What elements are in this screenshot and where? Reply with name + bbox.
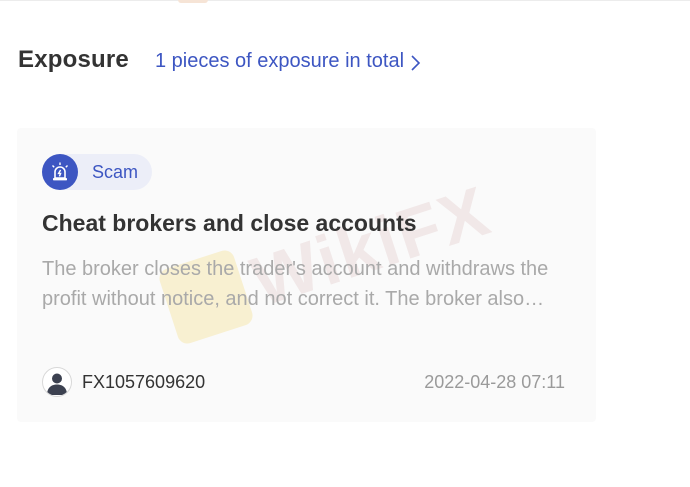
exposure-card[interactable]: WikiFX Scam Cheat brokers and close acco…	[17, 128, 596, 422]
exposure-description: The broker closes the trader's account a…	[42, 258, 549, 310]
exposure-header: Exposure 1 pieces of exposure in total	[18, 46, 421, 74]
exposure-type-tag: Scam	[42, 154, 153, 190]
author-username: FX1057609620	[82, 371, 206, 392]
tag-label: Scam	[92, 161, 139, 182]
exposure-count-link[interactable]: 1 pieces of exposure in total	[155, 50, 421, 73]
author-info: FX1057609620	[42, 367, 205, 397]
exposure-title: Cheat brokers and close accounts	[42, 210, 417, 236]
exposure-timestamp: 2022-04-28 07:11	[424, 371, 565, 392]
chevron-right-icon	[411, 54, 421, 71]
top-divider-mark	[178, 0, 208, 3]
page-title: Exposure	[18, 46, 129, 73]
top-divider	[0, 0, 690, 1]
user-avatar-icon	[42, 367, 72, 397]
exposure-count-label: 1 pieces of exposure in total	[154, 50, 405, 72]
card-footer: FX1057609620 2022-04-28 07:11	[42, 366, 565, 398]
alarm-light-icon	[42, 154, 78, 190]
